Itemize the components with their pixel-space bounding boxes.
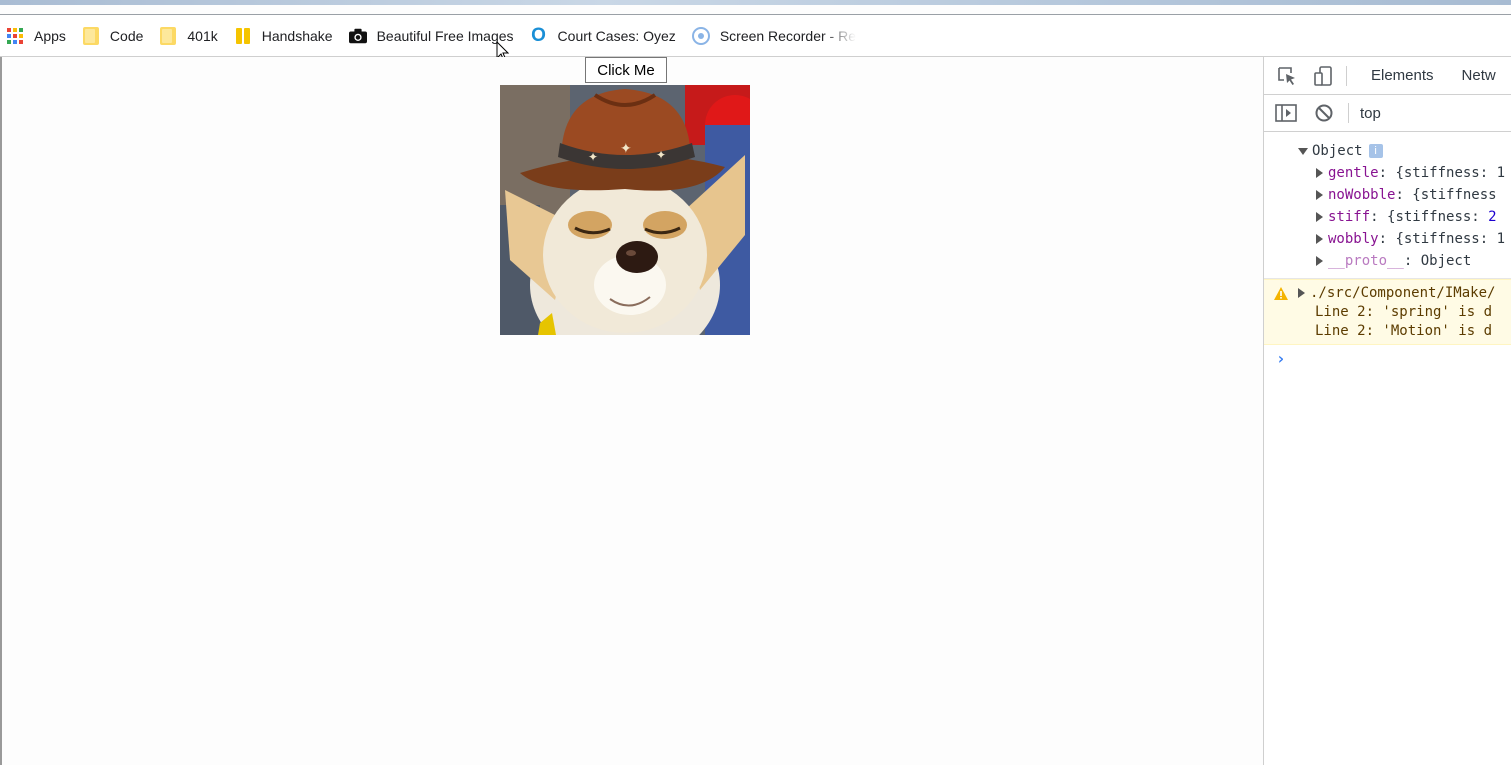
bookmark-handshake[interactable]: Handshake: [234, 27, 333, 45]
bookmark-401k[interactable]: 401k: [159, 26, 218, 45]
bookmarks-bar: Apps Code 401k Handshake Beautiful Free …: [0, 15, 1511, 57]
collapse-triangle-icon: [1316, 190, 1323, 200]
folder-icon: [82, 26, 100, 45]
tab-elements[interactable]: Elements: [1371, 67, 1434, 84]
camera-icon: [348, 27, 367, 45]
svg-text:✦: ✦: [588, 150, 598, 164]
object-property-row[interactable]: noWobble: {stiffness: [1298, 184, 1511, 206]
clear-console-icon[interactable]: [1314, 103, 1334, 123]
object-label: Object: [1312, 143, 1363, 159]
screen-recorder-icon: [691, 26, 710, 45]
console-toolbar: top: [1264, 95, 1511, 132]
bookmark-label: Handshake: [261, 27, 333, 44]
show-sidebar-icon[interactable]: [1275, 103, 1297, 123]
bookmark-label: Code: [109, 27, 144, 44]
devtools-tabbar: Elements Netw: [1264, 57, 1511, 95]
apps-grid-icon: [6, 27, 24, 45]
bookmark-label: Apps: [34, 27, 66, 44]
inspect-element-icon[interactable]: [1276, 65, 1298, 87]
handshake-icon: [234, 27, 252, 45]
property-key: stiff: [1328, 209, 1371, 225]
info-icon: i: [1368, 144, 1383, 158]
collapse-triangle-icon: [1316, 168, 1323, 178]
property-preview: {stiffness: 1: [1395, 165, 1506, 181]
property-colon: :: [1378, 165, 1396, 181]
page-viewport: Click Me ✦ ✦ ✦: [0, 57, 1263, 765]
property-preview: {stiffness: [1412, 187, 1497, 203]
property-colon: :: [1378, 231, 1396, 247]
object-proto-row[interactable]: __proto__: Object: [1298, 250, 1511, 272]
window-top-strip: [0, 0, 1511, 5]
devtools-panel: Elements Netw top Object i gentle: {stiff…: [1263, 57, 1511, 765]
context-selector[interactable]: top: [1360, 105, 1381, 122]
warning-icon: [1274, 286, 1288, 300]
object-property-row[interactable]: wobbly: {stiffness: 1: [1298, 228, 1511, 250]
property-key: noWobble: [1328, 187, 1396, 203]
warning-path[interactable]: ./src/Component/IMake/: [1310, 285, 1495, 301]
bookmark-screen-recorder[interactable]: Screen Recorder - Re: [691, 26, 856, 45]
folder-icon: [159, 26, 177, 45]
collapse-triangle-icon: [1298, 288, 1305, 298]
property-number: 2: [1488, 209, 1497, 225]
console-warning-entry: ./src/Component/IMake/ Line 2: 'spring' …: [1264, 279, 1511, 345]
warning-line: Line 2: 'spring' is d: [1315, 304, 1493, 320]
warning-header[interactable]: ./src/Component/IMake/: [1274, 284, 1511, 303]
svg-text:✦: ✦: [620, 140, 632, 156]
collapse-triangle-icon: [1316, 212, 1323, 222]
bookmark-label: Screen Recorder - Re: [719, 27, 856, 44]
expand-triangle-icon: [1298, 147, 1308, 155]
warning-line: Line 2: 'Motion' is d: [1315, 323, 1493, 339]
bookmark-code[interactable]: Code: [82, 26, 144, 45]
property-colon: :: [1403, 253, 1421, 269]
prompt-chevron-icon: ›: [1276, 349, 1286, 368]
object-header[interactable]: Object i: [1298, 140, 1511, 162]
click-me-button[interactable]: Click Me: [585, 57, 667, 83]
property-key: wobbly: [1328, 231, 1379, 247]
collapse-triangle-icon: [1316, 234, 1323, 244]
collapse-triangle-icon: [1316, 256, 1323, 266]
toolbar-divider: [1348, 103, 1349, 123]
tab-network[interactable]: Netw: [1462, 67, 1496, 84]
bookmark-label: Court Cases: Oyez: [557, 27, 676, 44]
property-key: gentle: [1328, 165, 1379, 181]
chihuahua-cowboy-image: ✦ ✦ ✦: [500, 85, 750, 335]
property-preview: {stiffness: 1: [1395, 231, 1506, 247]
bookmark-label: Beautiful Free Images: [376, 27, 514, 44]
proto-value: Object: [1420, 253, 1472, 269]
console-object-entry: Object i gentle: {stiffness: 1 noWobble: …: [1264, 132, 1511, 279]
bookmark-oyez[interactable]: O Court Cases: Oyez: [530, 24, 676, 46]
svg-text:✦: ✦: [656, 148, 666, 162]
object-property-row[interactable]: gentle: {stiffness: 1: [1298, 162, 1511, 184]
property-preview: {stiffness: 2: [1387, 209, 1497, 225]
proto-key: __proto__: [1328, 253, 1404, 269]
object-property-row[interactable]: stiff: {stiffness: 2: [1298, 206, 1511, 228]
bookmark-beautiful-free-images[interactable]: Beautiful Free Images: [348, 27, 514, 45]
bookmark-apps[interactable]: Apps: [6, 27, 66, 45]
console-output: Object i gentle: {stiffness: 1 noWobble: …: [1264, 132, 1511, 368]
bookmark-label: 401k: [187, 27, 218, 44]
property-colon: :: [1370, 209, 1388, 225]
console-prompt[interactable]: ›: [1264, 345, 1511, 368]
toolbar-divider: [1346, 65, 1347, 86]
property-colon: :: [1395, 187, 1413, 203]
oyez-icon: O: [531, 24, 546, 46]
device-toolbar-icon[interactable]: [1312, 65, 1334, 87]
